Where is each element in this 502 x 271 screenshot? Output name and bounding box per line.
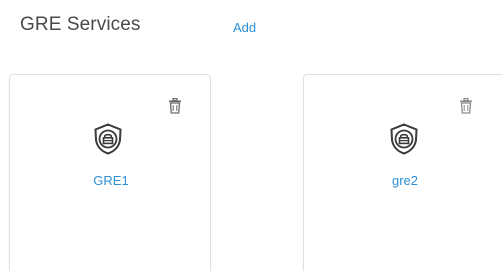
trash-icon[interactable]: [168, 98, 182, 114]
section-title: GRE Services: [20, 14, 141, 35]
service-name[interactable]: gre2: [304, 173, 502, 188]
shield-lock-icon: [390, 123, 418, 155]
service-card-gre2[interactable]: gre2: [303, 74, 502, 271]
gre-services-panel: GRE Services Add GRE1 gre2: [0, 0, 502, 271]
shield-lock-icon: [94, 123, 122, 155]
service-name[interactable]: GRE1: [10, 173, 212, 188]
service-card-gre1[interactable]: GRE1: [9, 74, 211, 271]
trash-icon[interactable]: [459, 98, 473, 114]
add-link[interactable]: Add: [233, 20, 256, 35]
